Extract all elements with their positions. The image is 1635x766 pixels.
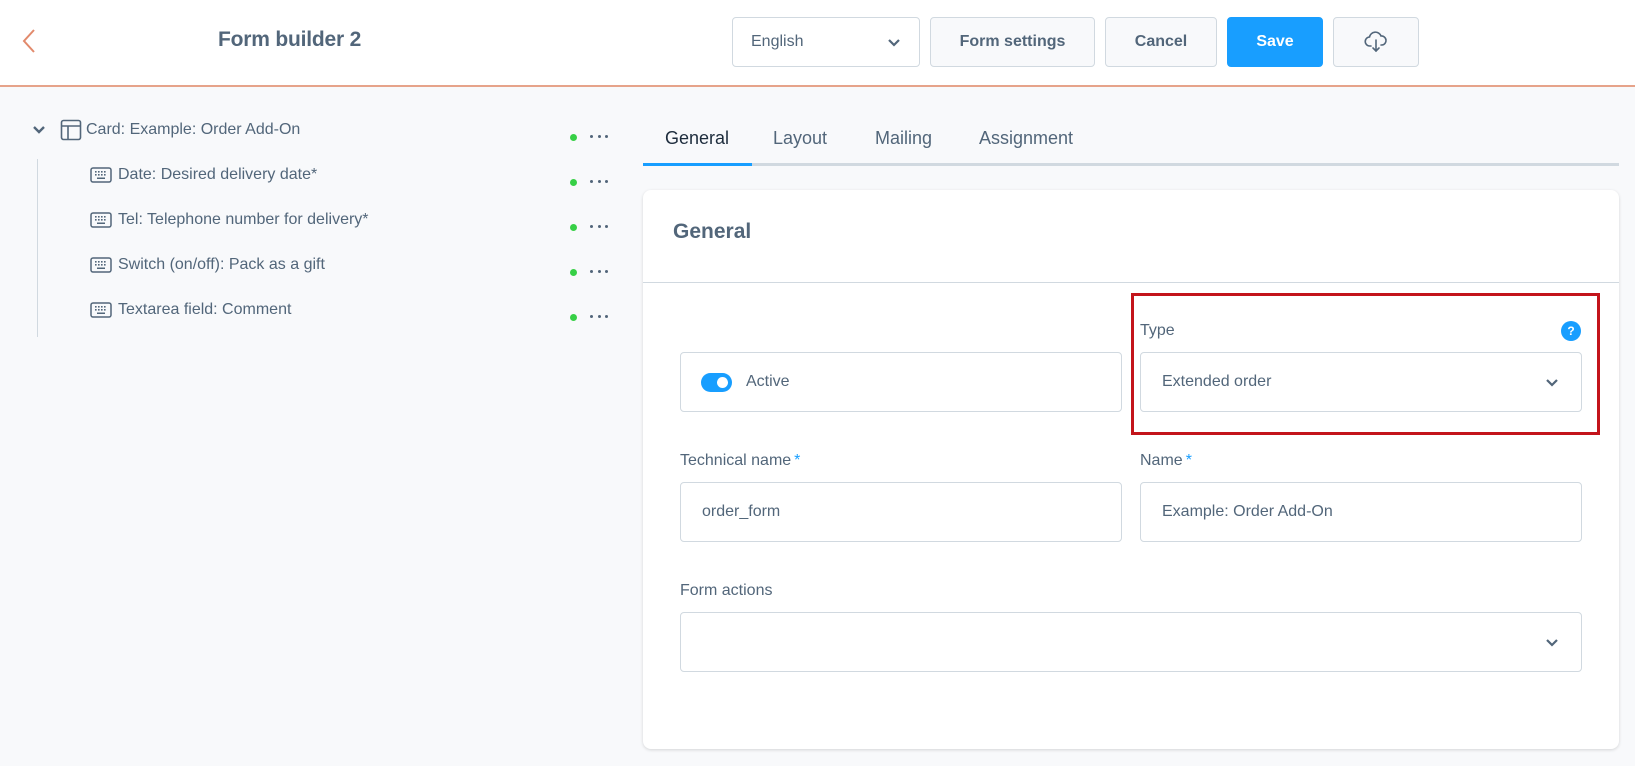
status-dot bbox=[570, 179, 577, 186]
active-toggle-field[interactable]: Active bbox=[680, 352, 1122, 412]
tree-item-label: Switch (on/off): Pack as a gift bbox=[118, 256, 325, 273]
tree-item-card[interactable]: Card: Example: Order Add-On bbox=[32, 115, 300, 145]
top-bar: Form builder 2 English Form settings Can… bbox=[0, 0, 1635, 87]
technical-name-label: Technical name * bbox=[680, 452, 800, 470]
status-dot bbox=[570, 314, 577, 321]
card-divider bbox=[643, 282, 1619, 283]
save-button[interactable]: Save bbox=[1227, 17, 1323, 67]
more-options-button[interactable] bbox=[590, 220, 608, 232]
chevron-down-icon bbox=[1546, 638, 1558, 647]
chevron-down-icon bbox=[888, 38, 900, 47]
form-actions-select[interactable] bbox=[680, 612, 1582, 672]
tree-item-label: Tel: Telephone number for delivery* bbox=[118, 211, 369, 228]
keyboard-icon bbox=[90, 212, 112, 228]
tree-item[interactable]: Switch (on/off): Pack as a gift bbox=[90, 250, 325, 280]
help-icon[interactable]: ? bbox=[1561, 321, 1581, 341]
more-options-button[interactable] bbox=[590, 310, 608, 322]
status-dot bbox=[570, 269, 577, 276]
tab-assignment[interactable]: Assignment bbox=[979, 128, 1073, 149]
language-select[interactable]: English bbox=[732, 17, 920, 67]
tree-item-label: Textarea field: Comment bbox=[118, 301, 292, 318]
name-label: Name * bbox=[1140, 452, 1192, 470]
tree-item[interactable]: Tel: Telephone number for delivery* bbox=[90, 205, 369, 235]
name-value: Example: Order Add-On bbox=[1162, 503, 1333, 520]
name-label-text: Name bbox=[1140, 452, 1183, 469]
tree-item-label: Card: Example: Order Add-On bbox=[86, 121, 301, 138]
chevron-left-icon bbox=[22, 29, 35, 53]
active-label: Active bbox=[746, 373, 790, 390]
more-options-button[interactable] bbox=[590, 265, 608, 277]
type-value: Extended order bbox=[1162, 373, 1272, 390]
general-card: General Active Type ? Extended order Tec… bbox=[643, 190, 1619, 749]
page-title: Form builder 2 bbox=[218, 28, 362, 51]
more-options-button[interactable] bbox=[590, 175, 608, 187]
tree-item[interactable]: Textarea field: Comment bbox=[90, 295, 291, 325]
layout-icon bbox=[60, 119, 82, 141]
download-button[interactable] bbox=[1333, 17, 1419, 67]
required-mark: * bbox=[794, 452, 801, 469]
tab-layout[interactable]: Layout bbox=[773, 128, 827, 149]
tree-item-label: Date: Desired delivery date* bbox=[118, 166, 318, 183]
tab-general[interactable]: General bbox=[665, 128, 729, 149]
tab-bar: General Layout Mailing Assignment bbox=[643, 120, 1619, 166]
name-input[interactable]: Example: Order Add-On bbox=[1140, 482, 1582, 542]
technical-name-label-text: Technical name bbox=[680, 452, 792, 469]
card-title: General bbox=[673, 220, 752, 243]
cloud-download-icon bbox=[1364, 31, 1387, 53]
form-actions-label: Form actions bbox=[680, 582, 773, 599]
type-label: Type bbox=[1140, 322, 1175, 339]
form-settings-button[interactable]: Form settings bbox=[930, 17, 1095, 67]
language-value: English bbox=[751, 33, 804, 50]
tree-connector bbox=[37, 159, 38, 337]
technical-name-value: order_form bbox=[702, 503, 781, 520]
keyboard-icon bbox=[90, 302, 112, 318]
status-dot bbox=[570, 134, 577, 141]
chevron-down-icon[interactable] bbox=[32, 125, 46, 135]
more-options-button[interactable] bbox=[590, 130, 608, 142]
tree-item[interactable]: Date: Desired delivery date* bbox=[90, 160, 317, 190]
status-dot bbox=[570, 224, 577, 231]
tab-active-indicator bbox=[643, 163, 752, 166]
back-button[interactable] bbox=[14, 26, 44, 56]
active-toggle[interactable] bbox=[701, 372, 732, 392]
tab-mailing[interactable]: Mailing bbox=[875, 128, 932, 149]
keyboard-icon bbox=[90, 257, 112, 273]
keyboard-icon bbox=[90, 167, 112, 183]
tab-track bbox=[643, 163, 1619, 166]
required-mark: * bbox=[1185, 452, 1192, 469]
technical-name-input[interactable]: order_form bbox=[680, 482, 1122, 542]
type-select[interactable]: Extended order bbox=[1140, 352, 1582, 412]
cancel-button[interactable]: Cancel bbox=[1105, 17, 1217, 67]
chevron-down-icon bbox=[1546, 378, 1558, 387]
